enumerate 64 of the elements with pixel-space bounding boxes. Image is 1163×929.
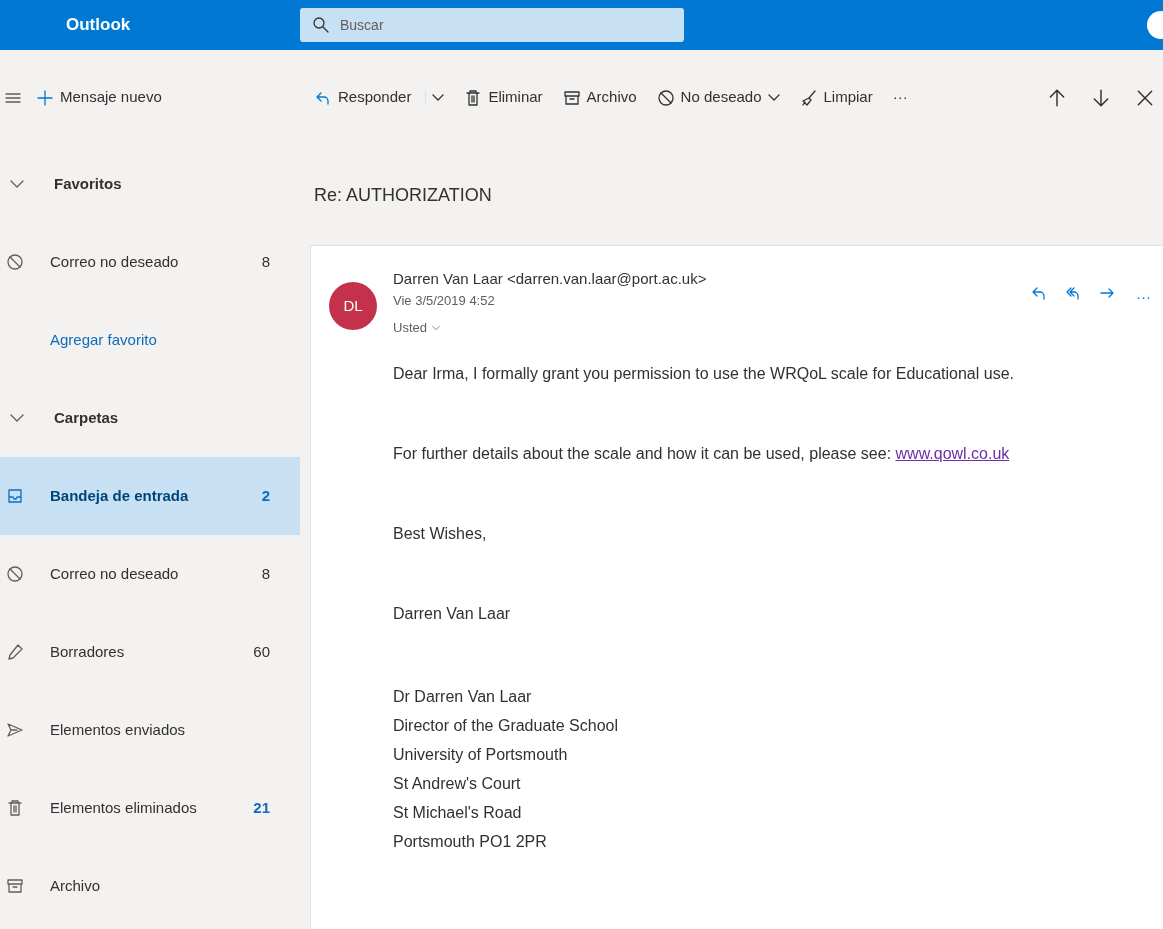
archive-box-icon bbox=[562, 88, 581, 107]
folder-item[interactable]: Borradores 60 bbox=[0, 613, 300, 691]
unread-count: 8 bbox=[261, 563, 270, 584]
inbox-tray-icon bbox=[6, 487, 24, 505]
sender-name: Darren Van Laar <darren.van.laar@port.ac.uk> bbox=[393, 269, 708, 289]
signature-line: Dr Darren Van Laar bbox=[393, 686, 533, 707]
body-paragraph: Best Wishes, bbox=[393, 523, 488, 544]
section-heading[interactable]: Favoritos bbox=[54, 172, 122, 196]
folder-label: Correo no deseado bbox=[50, 251, 179, 272]
trash-icon bbox=[6, 799, 24, 817]
signature-line: St Andrew's Court bbox=[393, 773, 522, 794]
caret-icon bbox=[432, 94, 445, 101]
new-message-button[interactable]: Mensaje nuevo bbox=[30, 82, 168, 113]
signature-line: Director of the Graduate School bbox=[393, 715, 619, 736]
archive-button[interactable]: Archivo bbox=[556, 82, 643, 113]
delete-button[interactable]: Eliminar bbox=[458, 82, 549, 113]
down-arrow-icon[interactable] bbox=[1091, 87, 1111, 108]
folder-label: Elementos enviados bbox=[50, 719, 186, 740]
website-link[interactable]: www.qowl.co.uk bbox=[895, 444, 1010, 462]
junk-button[interactable]: No deseado bbox=[650, 82, 786, 113]
unread-count: 60 bbox=[253, 641, 270, 662]
send-icon bbox=[6, 721, 24, 739]
signature-line: University of Portsmouth bbox=[393, 744, 569, 765]
signature-line: St Michael's Road bbox=[393, 802, 523, 823]
folder-item[interactable]: Bandeja de entrada 2 bbox=[0, 457, 300, 535]
prohibited-icon bbox=[656, 88, 675, 107]
search-icon bbox=[312, 16, 330, 34]
reply-button[interactable]: Responder bbox=[308, 82, 418, 113]
search-field[interactable]: Buscar bbox=[300, 8, 684, 42]
up-arrow-icon[interactable] bbox=[1047, 87, 1067, 108]
more-button[interactable]: ··· bbox=[1132, 284, 1155, 311]
sweep-button[interactable]: Limpiar bbox=[793, 82, 879, 113]
message-subject: Re: AUTHORIZATION bbox=[313, 183, 493, 207]
folder-label: Elementos eliminados bbox=[50, 797, 197, 818]
folder-item[interactable]: Agregar favorito bbox=[0, 301, 300, 379]
folder-label: Agregar favorito bbox=[50, 329, 157, 350]
section-heading[interactable]: Carpetas bbox=[54, 406, 119, 430]
unread-count: 2 bbox=[261, 485, 270, 506]
unread-count: 8 bbox=[261, 251, 270, 272]
app-name[interactable]: Outlook bbox=[0, 12, 300, 38]
body-paragraph: Darren Van Laar bbox=[393, 603, 512, 624]
more-button[interactable]: ··· bbox=[886, 82, 914, 113]
body-paragraph: Dear Irma, I formally grant you permission to use the WRQoL scale for Educational use. bbox=[393, 363, 1015, 384]
plus-icon bbox=[36, 88, 54, 107]
folder-item[interactable]: Elementos enviados bbox=[0, 691, 300, 769]
unread-count: 21 bbox=[253, 797, 270, 818]
prohibited-icon bbox=[6, 565, 24, 583]
folder-item[interactable]: Correo no deseado 8 bbox=[0, 223, 300, 301]
caret-icon bbox=[767, 94, 780, 101]
pencil-icon bbox=[6, 643, 24, 661]
message-date: Vie 3/5/2019 4:52 bbox=[393, 291, 496, 310]
folder-label: Archivo bbox=[50, 875, 101, 896]
body-paragraph: For further details about the scale and how it can be used, please see: www.qowl.co.uk bbox=[393, 443, 1011, 464]
folder-item[interactable]: Elementos eliminados 21 bbox=[0, 769, 300, 847]
signature-line: Portsmouth PO1 2PR bbox=[393, 831, 548, 852]
archive-box-icon bbox=[6, 877, 24, 895]
folder-label: Borradores bbox=[50, 641, 125, 662]
folder-item[interactable]: Correo no deseado 8 bbox=[0, 535, 300, 613]
folder-label: Bandeja de entrada bbox=[50, 485, 189, 506]
folder-item[interactable]: Archivo bbox=[0, 847, 300, 925]
recipient-label: Usted bbox=[393, 319, 427, 337]
folder-label: Correo no deseado bbox=[50, 563, 179, 584]
sender-avatar: DL bbox=[329, 282, 377, 330]
prohibited-icon bbox=[6, 253, 24, 271]
